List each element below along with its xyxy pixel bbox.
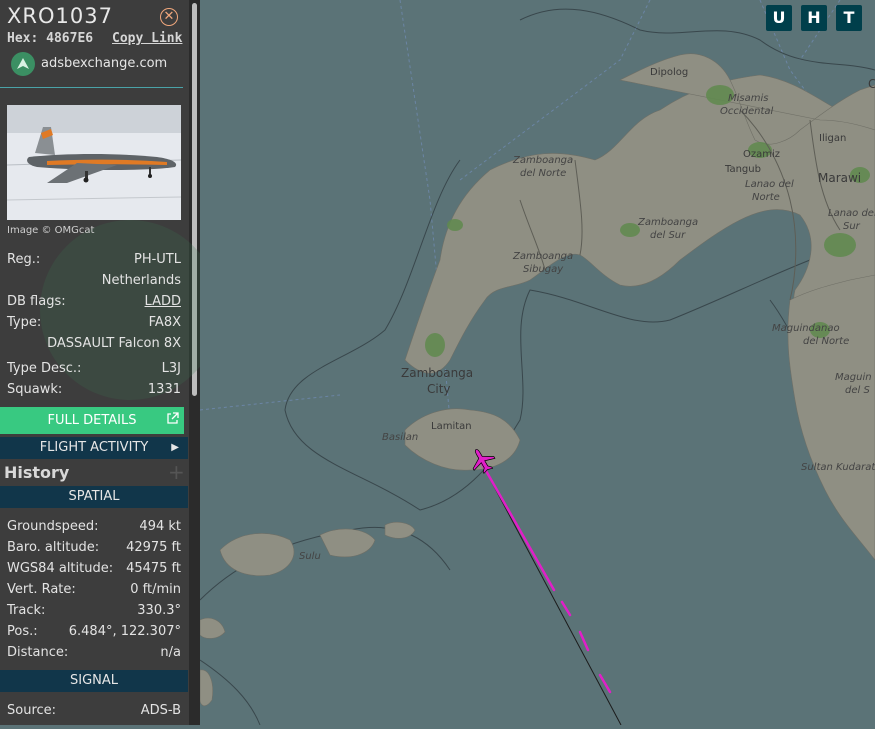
groundspeed-value: 494 kt	[139, 519, 181, 534]
hex-label: Hex:	[7, 31, 39, 46]
distance-label: Distance:	[7, 645, 69, 660]
label-iligan: Iligan	[819, 133, 846, 144]
label-lanao-sur-2: Sur	[843, 221, 861, 232]
label-lanao-norte-2: Norte	[752, 192, 780, 203]
label-lanao-norte-1: Lanao del	[745, 179, 794, 190]
full-details-button[interactable]: FULL DETAILS	[0, 407, 184, 434]
type-label: Type:	[7, 315, 42, 330]
reg-label: Reg.:	[7, 252, 41, 267]
close-icon[interactable]: ✕	[160, 8, 178, 26]
wgs84-altitude-value: 45475 ft	[126, 561, 181, 576]
full-details-label: FULL DETAILS	[47, 413, 137, 428]
label-tangub: Tangub	[724, 164, 761, 175]
label-maguindanao-norte-2: del Norte	[803, 336, 849, 347]
squawk-value: 1331	[147, 382, 181, 397]
label-sultan-kudarat: Sultan Kudarat	[801, 462, 875, 473]
adsbx-logo-icon[interactable]	[11, 52, 35, 76]
label-maguindanao-sur-1: Maguin	[835, 372, 872, 383]
label-zdn-2: del Norte	[520, 168, 566, 179]
type-value: FA8X	[148, 315, 181, 330]
flight-activity-label: FLIGHT ACTIVITY	[39, 440, 149, 455]
position-value: 6.484°, 122.307°	[68, 624, 181, 639]
track-value: 330.3°	[137, 603, 181, 618]
label-marawi: Marawi	[818, 171, 861, 185]
label-lanao-sur-1: Lanao del	[828, 208, 875, 219]
country-value: Netherlands	[101, 273, 181, 288]
vert-rate-label: Vert. Rate:	[7, 582, 76, 597]
label-zdn-1: Zamboanga	[512, 155, 573, 166]
flight-activity-button[interactable]: FLIGHT ACTIVITY ▶	[0, 437, 188, 459]
image-credit: Image © OMGcat	[7, 225, 95, 236]
label-zsib-1: Zamboanga	[512, 251, 573, 262]
label-zds-2: del Sur	[650, 230, 686, 241]
label-lamitan: Lamitan	[431, 421, 472, 432]
map[interactable]: Dipolog Misamis Occidental Iligan Ozamiz…	[199, 0, 875, 726]
history-heading: History	[4, 463, 70, 482]
external-link-icon	[167, 412, 179, 424]
groundspeed-label: Groundspeed:	[7, 519, 99, 534]
label-sulu: Sulu	[299, 551, 321, 562]
label-zds-1: Zamboanga	[637, 217, 698, 228]
signal-section-header[interactable]: SIGNAL	[0, 670, 188, 692]
vert-rate-value: 0 ft/min	[130, 582, 181, 597]
label-misamis-1: Misamis	[728, 93, 768, 104]
map-canvas[interactable]: Dipolog Misamis Occidental Iligan Ozamiz…	[199, 0, 875, 726]
hex-row: Hex: 4867E6	[7, 31, 93, 46]
dbflags-value[interactable]: LADD	[145, 294, 181, 309]
label-edge-c: C	[868, 77, 875, 91]
label-ozamiz: Ozamiz	[743, 149, 780, 160]
dbflags-label: DB flags:	[7, 294, 66, 309]
type-name-value: DASSAULT Falcon 8X	[47, 336, 181, 351]
plus-icon[interactable]: +	[168, 460, 185, 484]
source-value: ADS-B	[140, 703, 181, 718]
label-maguindanao-sur-2: del S	[845, 385, 870, 396]
spatial-section-header[interactable]: SPATIAL	[0, 486, 188, 508]
baro-altitude-value: 42975 ft	[126, 540, 181, 555]
chevron-right-icon: ▶	[171, 442, 179, 453]
divider	[0, 87, 183, 88]
map-button-t[interactable]: T	[836, 5, 862, 31]
aircraft-photo[interactable]	[7, 105, 181, 220]
label-dipolog: Dipolog	[650, 67, 688, 78]
label-zsib-2: Sibugay	[523, 264, 564, 275]
site-link[interactable]: adsbexchange.com	[41, 56, 167, 71]
label-misamis-2: Occidental	[720, 106, 774, 117]
label-basilan: Basilan	[382, 432, 418, 443]
callsign: XRO1037	[7, 4, 113, 28]
source-label: Source:	[7, 703, 57, 718]
typedesc-value: L3J	[161, 361, 181, 376]
copy-link[interactable]: Copy Link	[112, 31, 182, 46]
label-zamboanga-city-1: Zamboanga	[401, 366, 473, 380]
baro-altitude-label: Baro. altitude:	[7, 540, 100, 555]
typedesc-label: Type Desc.:	[7, 361, 82, 376]
map-button-u[interactable]: U	[766, 5, 792, 31]
wgs84-altitude-label: WGS84 altitude:	[7, 561, 114, 576]
hex-value: 4867E6	[46, 31, 94, 46]
label-zamboanga-city-2: City	[427, 382, 451, 396]
distance-value: n/a	[160, 645, 181, 660]
label-maguindanao-norte-1: Maguindanao	[772, 323, 840, 334]
squawk-label: Squawk:	[7, 382, 63, 397]
reg-value: PH-UTL	[133, 252, 181, 267]
track-label: Track:	[7, 603, 46, 618]
info-sidebar: XRO1037 ✕ Hex: 4867E6 Copy Link adsbexch…	[0, 0, 200, 725]
map-button-h[interactable]: H	[801, 5, 827, 31]
position-label: Pos.:	[7, 624, 38, 639]
